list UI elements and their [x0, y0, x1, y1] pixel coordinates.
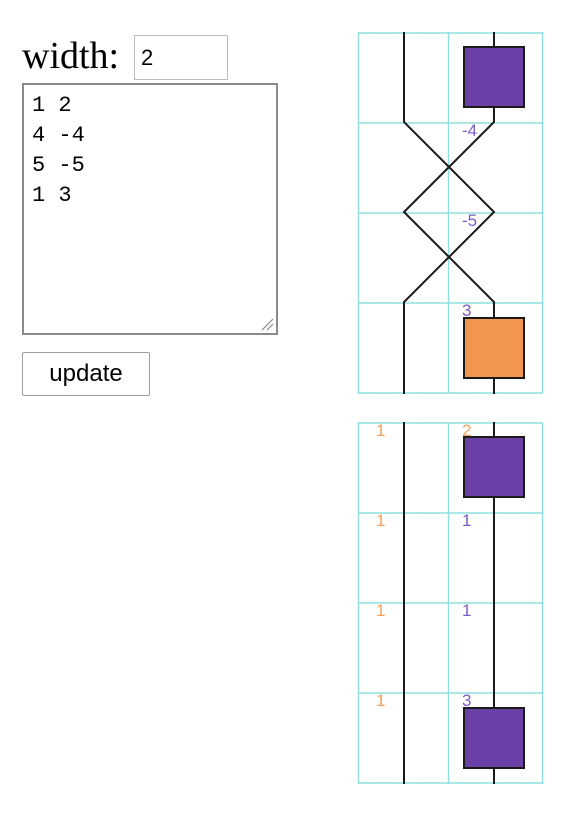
- width-input[interactable]: [134, 35, 228, 80]
- gate-box: [463, 707, 525, 769]
- sequence-textarea[interactable]: 1 2 4 -4 5 -5 1 3: [22, 83, 278, 335]
- width-label: width:: [22, 35, 120, 77]
- gate-box: [463, 317, 525, 379]
- wire-diagram-top: -4 -5 3: [357, 32, 544, 394]
- wire-diagram-bottom: 1 2 1 1 1 1 1 3: [357, 421, 544, 784]
- edge-label: 1: [376, 511, 385, 530]
- update-button[interactable]: update: [22, 352, 150, 396]
- edge-label: -5: [462, 211, 477, 230]
- edge-label: 3: [462, 691, 471, 710]
- edge-label: -4: [462, 121, 477, 140]
- edge-label: 1: [376, 691, 385, 710]
- gate-box: [463, 436, 525, 498]
- edge-label: 1: [462, 601, 471, 620]
- edge-label: 2: [462, 421, 471, 440]
- edge-label: 1: [376, 601, 385, 620]
- edge-label: 1: [462, 511, 471, 530]
- edge-label: 1: [376, 421, 385, 440]
- edge-label: 3: [462, 301, 471, 320]
- gate-box: [463, 46, 525, 108]
